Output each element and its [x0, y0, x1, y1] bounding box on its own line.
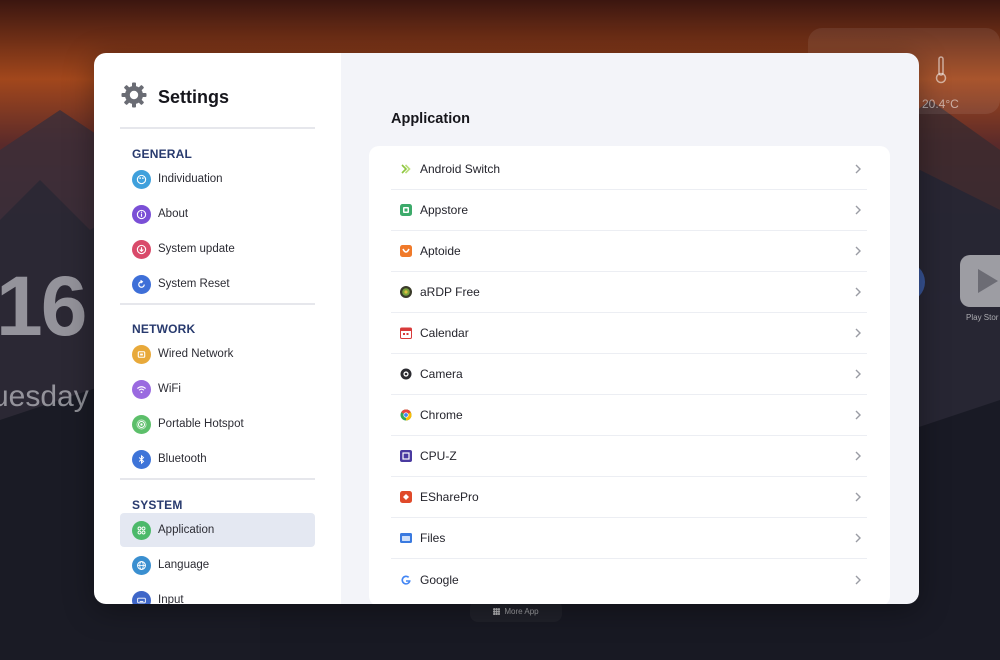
chevron-right-icon: [855, 575, 861, 585]
settings-window: Settings GENERAL Individuation About Sys…: [94, 53, 919, 604]
grid-icon: [493, 607, 501, 615]
section-general: GENERAL: [132, 147, 193, 161]
app-row-appstore[interactable]: Appstore: [391, 190, 867, 232]
sidebar-divider: [120, 127, 315, 129]
app-name: Chrome: [420, 408, 463, 423]
google-icon: [399, 573, 413, 587]
hotspot-icon: [132, 414, 151, 434]
ardp-icon: [399, 285, 413, 299]
app-row-ardp-free[interactable]: aRDP Free: [391, 272, 867, 314]
app-row-aptoide[interactable]: Aptoide: [391, 231, 867, 273]
gear-icon: [120, 81, 148, 114]
sidebar-item-label: System update: [158, 243, 235, 255]
app-name: ESharePro: [420, 490, 479, 505]
sidebar-item-label: Individuation: [158, 173, 223, 185]
section-network: NETWORK: [132, 322, 196, 336]
app-row-calendar[interactable]: Calendar: [391, 313, 867, 355]
sidebar-item-label: About: [158, 208, 189, 220]
app-list: Android Switch Appstore Aptoide aRDP Fre…: [369, 146, 890, 604]
app-name: Aptoide: [420, 244, 461, 259]
appstore-icon: [399, 203, 413, 217]
app-name: Calendar: [420, 326, 469, 341]
app-row-esharepro[interactable]: ESharePro: [391, 477, 867, 519]
chevron-right-icon: [855, 410, 861, 420]
sidebar-item-label: Input: [158, 594, 184, 604]
esharepro-icon: [399, 490, 413, 504]
chevron-right-icon: [855, 205, 861, 215]
section-system: SYSTEM: [132, 498, 183, 512]
home-clock: 16: [0, 259, 87, 353]
app-name: Appstore: [420, 203, 469, 218]
chevron-right-icon: [855, 164, 861, 174]
app-name: CPU-Z: [420, 449, 457, 464]
keyboard-icon: [132, 590, 151, 604]
aptoide-icon: [399, 244, 413, 258]
sidebar-item-label: Application: [158, 524, 215, 536]
play-store-app-icon[interactable]: [960, 255, 1000, 307]
apps-icon: [132, 520, 151, 540]
sidebar-item-system-update[interactable]: System update: [120, 232, 315, 266]
sidebar-divider: [120, 303, 315, 305]
bluetooth-icon: [132, 449, 151, 469]
sidebar-item-application[interactable]: Application: [120, 513, 315, 547]
temperature-readout: 20.4°C: [922, 97, 959, 111]
sidebar-item-label: Bluetooth: [158, 453, 207, 465]
info-icon: [132, 204, 151, 224]
wifi-icon: [132, 379, 151, 399]
sidebar-item-label: Wired Network: [158, 348, 234, 360]
app-row-files[interactable]: Files: [391, 518, 867, 560]
chrome-icon: [399, 408, 413, 422]
settings-header: Settings: [120, 81, 229, 114]
app-name: Camera: [420, 367, 463, 382]
app-row-google[interactable]: Google: [391, 559, 867, 600]
app-row-android-switch[interactable]: Android Switch: [391, 149, 867, 191]
update-icon: [132, 239, 151, 259]
home-day: uesday: [0, 380, 89, 413]
chevron-right-icon: [855, 328, 861, 338]
app-name: Android Switch: [420, 162, 501, 177]
sidebar-item-label: Language: [158, 559, 210, 571]
settings-sidebar: Settings GENERAL Individuation About Sys…: [94, 53, 341, 604]
chevron-right-icon: [855, 451, 861, 461]
sidebar-item-label: WiFi: [158, 383, 181, 395]
sidebar-item-wifi[interactable]: WiFi: [120, 372, 315, 406]
reset-icon: [132, 274, 151, 294]
sidebar-item-input[interactable]: Input: [120, 583, 315, 604]
chevron-right-icon: [855, 369, 861, 379]
sidebar-item-language[interactable]: Language: [120, 548, 315, 582]
app-name: aRDP Free: [420, 285, 480, 300]
app-row-cpu-z[interactable]: CPU-Z: [391, 436, 867, 478]
calendar-icon: [399, 326, 413, 340]
sidebar-item-system-reset[interactable]: System Reset: [120, 267, 315, 301]
settings-title: Settings: [158, 87, 230, 107]
chevron-right-icon: [855, 287, 861, 297]
cpuz-icon: [399, 449, 413, 463]
chevron-right-icon: [855, 246, 861, 256]
chevron-right-icon: [855, 492, 861, 502]
sidebar-item-wired-network[interactable]: Wired Network: [120, 337, 315, 371]
sidebar-item-individuation[interactable]: Individuation: [120, 162, 315, 196]
chevron-right-icon: [855, 533, 861, 543]
sidebar-item-label: Portable Hotspot: [158, 418, 244, 430]
app-row-camera[interactable]: Camera: [391, 354, 867, 396]
sidebar-item-portable-hotspot[interactable]: Portable Hotspot: [120, 407, 315, 441]
sidebar-item-bluetooth[interactable]: Bluetooth: [120, 442, 315, 476]
page-title: Application: [391, 111, 470, 127]
android-switch-icon: [399, 162, 413, 176]
sidebar-item-label: System Reset: [158, 278, 230, 290]
globe-icon: [132, 555, 151, 575]
app-row-chrome[interactable]: Chrome: [391, 395, 867, 437]
sidebar-divider: [120, 478, 315, 480]
sidebar-item-about[interactable]: About: [120, 197, 315, 231]
ethernet-icon: [132, 344, 151, 364]
settings-content: Application Android Switch Appstore Apto…: [341, 53, 919, 604]
play-store-label: Play Stor: [966, 313, 999, 322]
app-name: Files: [420, 531, 446, 546]
more-app-label: More App: [504, 606, 539, 616]
files-icon: [399, 531, 413, 545]
camera-icon: [399, 367, 413, 381]
app-name: Google: [420, 572, 459, 587]
palette-icon: [132, 169, 151, 189]
